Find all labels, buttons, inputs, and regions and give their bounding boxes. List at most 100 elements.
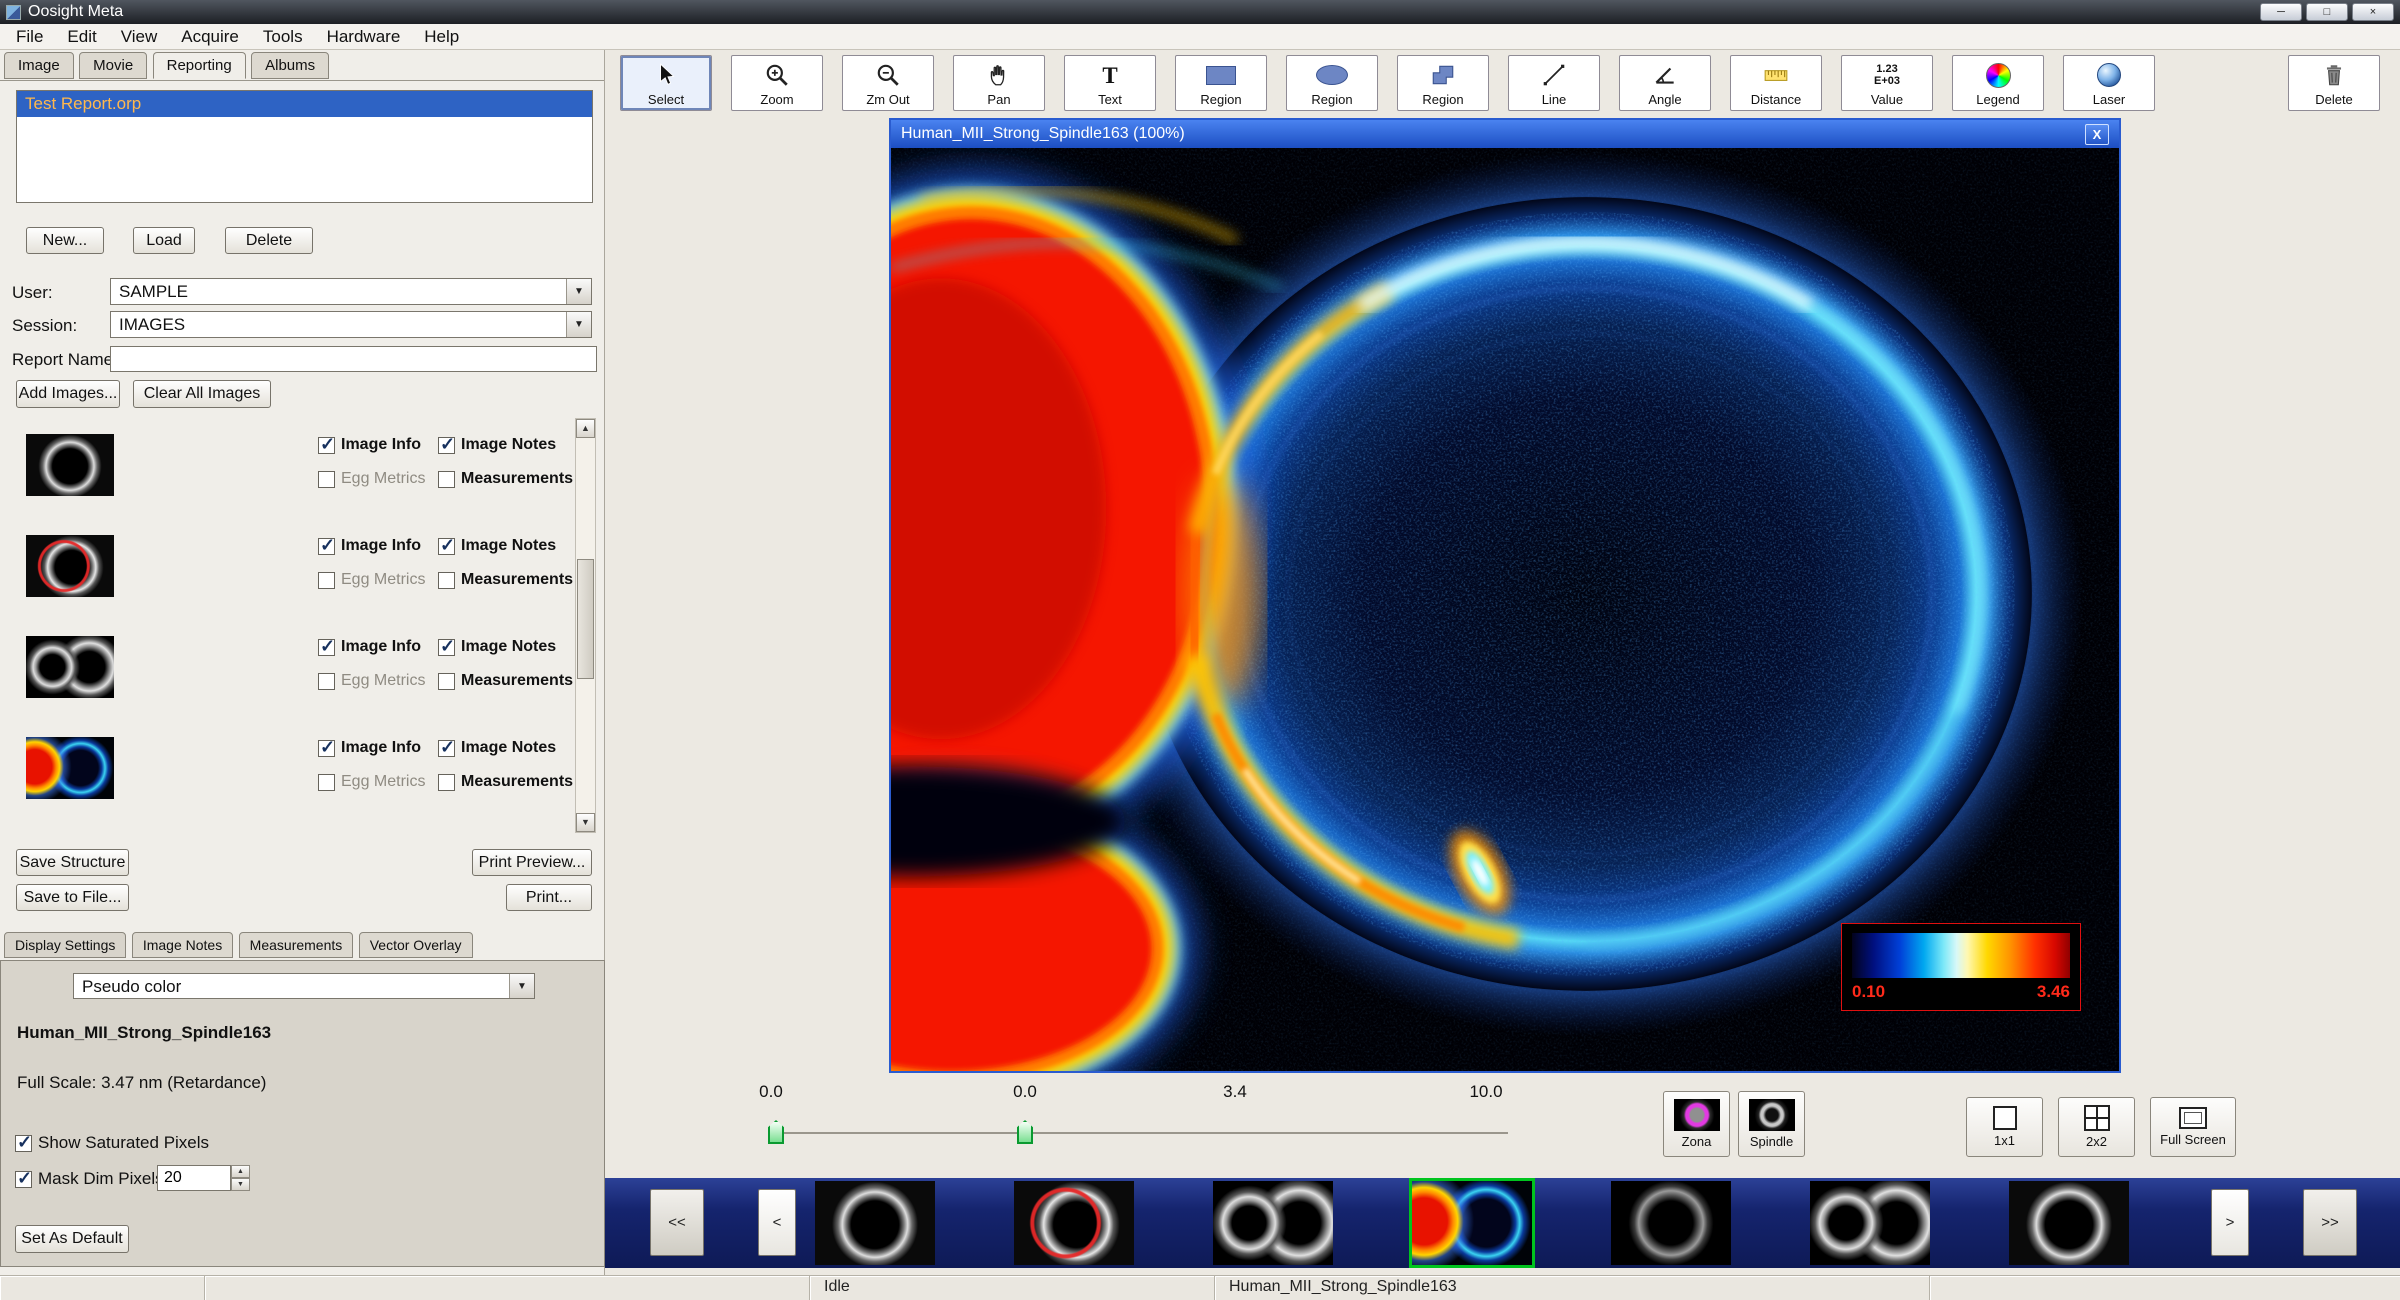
tool-zoom-out[interactable]: Zm Out (842, 55, 934, 111)
image-info-checkbox[interactable]: Image Info (318, 537, 421, 555)
tool-distance[interactable]: Distance (1730, 55, 1822, 111)
full-screen-button[interactable]: Full Screen (2150, 1097, 2236, 1157)
image-notes-checkbox[interactable]: Image Notes (438, 739, 556, 757)
show-saturated-checkbox[interactable]: Show Saturated Pixels (15, 1133, 209, 1153)
tool-region-rectangle[interactable]: Region (1175, 55, 1267, 111)
print-preview-button[interactable]: Print Preview... (472, 849, 592, 876)
micrograph-canvas[interactable]: 0.10 3.46 (891, 148, 2119, 1071)
checkbox-icon[interactable] (438, 639, 455, 656)
image-notes-checkbox[interactable]: Image Notes (438, 537, 556, 555)
image-info-checkbox[interactable]: Image Info (318, 739, 421, 757)
checkbox-icon[interactable] (438, 437, 455, 454)
layout-2x2-button[interactable]: 2x2 (2058, 1097, 2135, 1157)
filmstrip-thumbnail-selected[interactable] (1412, 1181, 1532, 1265)
image-thumbnail[interactable] (26, 434, 114, 496)
scrollbar-thumb[interactable] (577, 559, 594, 679)
checkbox-icon[interactable] (438, 673, 455, 690)
scroll-down-icon[interactable]: ▼ (576, 813, 595, 832)
set-as-default-button[interactable]: Set As Default (15, 1225, 129, 1253)
slider-handle-min[interactable] (768, 1120, 784, 1144)
egg-metrics-checkbox[interactable]: Egg Metrics (318, 470, 425, 488)
tool-pan[interactable]: Pan (953, 55, 1045, 111)
image-thumbnail[interactable] (26, 636, 114, 698)
stepper-down-icon[interactable]: ▼ (231, 1178, 250, 1191)
image-thumbnail[interactable] (26, 535, 114, 597)
tool-delete[interactable]: Delete (2288, 55, 2380, 111)
filmstrip-thumbnail[interactable] (1810, 1181, 1930, 1265)
tool-select[interactable]: Select (620, 55, 712, 111)
filmstrip-prev-button[interactable]: < (758, 1189, 796, 1256)
report-list-item[interactable]: Test Report.orp (17, 91, 592, 117)
image-thumbnail[interactable] (26, 737, 114, 799)
checkbox-icon[interactable] (318, 538, 335, 555)
add-images-button[interactable]: Add Images... (16, 380, 120, 408)
layout-1x1-button[interactable]: 1x1 (1966, 1097, 2043, 1157)
palette-select[interactable]: Pseudo color ▼ (73, 973, 535, 999)
slider-track[interactable] (773, 1132, 1508, 1134)
egg-metrics-checkbox[interactable]: Egg Metrics (318, 672, 425, 690)
tool-line[interactable]: Line (1508, 55, 1600, 111)
checkbox-icon[interactable] (438, 740, 455, 757)
checkbox-icon[interactable] (318, 572, 335, 589)
mask-dim-input[interactable] (157, 1165, 231, 1191)
filmstrip-thumbnail[interactable] (1213, 1181, 1333, 1265)
window-titlebar[interactable]: Oosight Meta ─ □ × (0, 0, 2400, 24)
slider-handle-low[interactable] (1017, 1120, 1033, 1144)
chevron-down-icon[interactable]: ▼ (509, 974, 534, 998)
tool-legend[interactable]: Legend (1952, 55, 2044, 111)
tab-image-notes[interactable]: Image Notes (132, 932, 233, 958)
filmstrip-thumbnail[interactable] (1014, 1181, 1134, 1265)
tool-value[interactable]: 1.23E+03 Value (1841, 55, 1933, 111)
image-list-scrollbar[interactable]: ▲ ▼ (575, 418, 596, 833)
tab-image[interactable]: Image (4, 52, 74, 79)
filmstrip-next-button[interactable]: > (2211, 1189, 2249, 1256)
maximize-icon[interactable]: □ (2306, 3, 2348, 21)
checkbox-icon[interactable] (318, 639, 335, 656)
session-select[interactable]: IMAGES ▼ (110, 311, 592, 338)
menu-file[interactable]: File (4, 24, 55, 50)
scroll-up-icon[interactable]: ▲ (576, 419, 595, 438)
tool-region-polygon[interactable]: Region (1397, 55, 1489, 111)
close-icon[interactable]: × (2352, 3, 2394, 21)
tool-region-ellipse[interactable]: Region (1286, 55, 1378, 111)
save-to-file-button[interactable]: Save to File... (16, 884, 129, 911)
save-structure-button[interactable]: Save Structure (16, 849, 129, 876)
checkbox-icon[interactable] (318, 673, 335, 690)
user-select[interactable]: SAMPLE ▼ (110, 278, 592, 305)
menu-hardware[interactable]: Hardware (315, 24, 413, 50)
menu-tools[interactable]: Tools (251, 24, 315, 50)
mask-dim-checkbox[interactable]: Mask Dim Pixels (15, 1169, 164, 1189)
checkbox-icon[interactable] (15, 1171, 32, 1188)
image-notes-checkbox[interactable]: Image Notes (438, 436, 556, 454)
measurements-checkbox[interactable]: Measurements (438, 672, 573, 690)
checkbox-icon[interactable] (318, 437, 335, 454)
load-report-button[interactable]: Load (133, 227, 195, 254)
zona-view-button[interactable]: Zona (1663, 1091, 1730, 1157)
menu-acquire[interactable]: Acquire (169, 24, 251, 50)
checkbox-icon[interactable] (318, 774, 335, 791)
filmstrip-thumbnail[interactable] (815, 1181, 935, 1265)
menu-edit[interactable]: Edit (55, 24, 108, 50)
checkbox-icon[interactable] (438, 572, 455, 589)
tab-movie[interactable]: Movie (79, 52, 147, 79)
image-window-titlebar[interactable]: Human_MII_Strong_Spindle163 (100%) X (891, 120, 2119, 148)
clear-all-images-button[interactable]: Clear All Images (133, 380, 271, 408)
checkbox-icon[interactable] (438, 774, 455, 791)
checkbox-icon[interactable] (318, 740, 335, 757)
tab-display-settings[interactable]: Display Settings (4, 932, 126, 958)
filmstrip-thumbnail[interactable] (2009, 1181, 2129, 1265)
delete-report-button[interactable]: Delete (225, 227, 313, 254)
image-window-close-button[interactable]: X (2085, 124, 2109, 145)
report-name-input[interactable] (110, 346, 597, 372)
tool-laser[interactable]: Laser (2063, 55, 2155, 111)
egg-metrics-checkbox[interactable]: Egg Metrics (318, 773, 425, 791)
tab-vector-overlay[interactable]: Vector Overlay (359, 932, 473, 958)
stepper-up-icon[interactable]: ▲ (231, 1165, 250, 1178)
image-info-checkbox[interactable]: Image Info (318, 436, 421, 454)
tab-measurements[interactable]: Meas​urements (239, 932, 354, 958)
checkbox-icon[interactable] (15, 1135, 32, 1152)
measurements-checkbox[interactable]: Measurements (438, 773, 573, 791)
image-notes-checkbox[interactable]: Image Notes (438, 638, 556, 656)
filmstrip-first-button[interactable]: << (650, 1189, 704, 1256)
menu-view[interactable]: View (109, 24, 170, 50)
